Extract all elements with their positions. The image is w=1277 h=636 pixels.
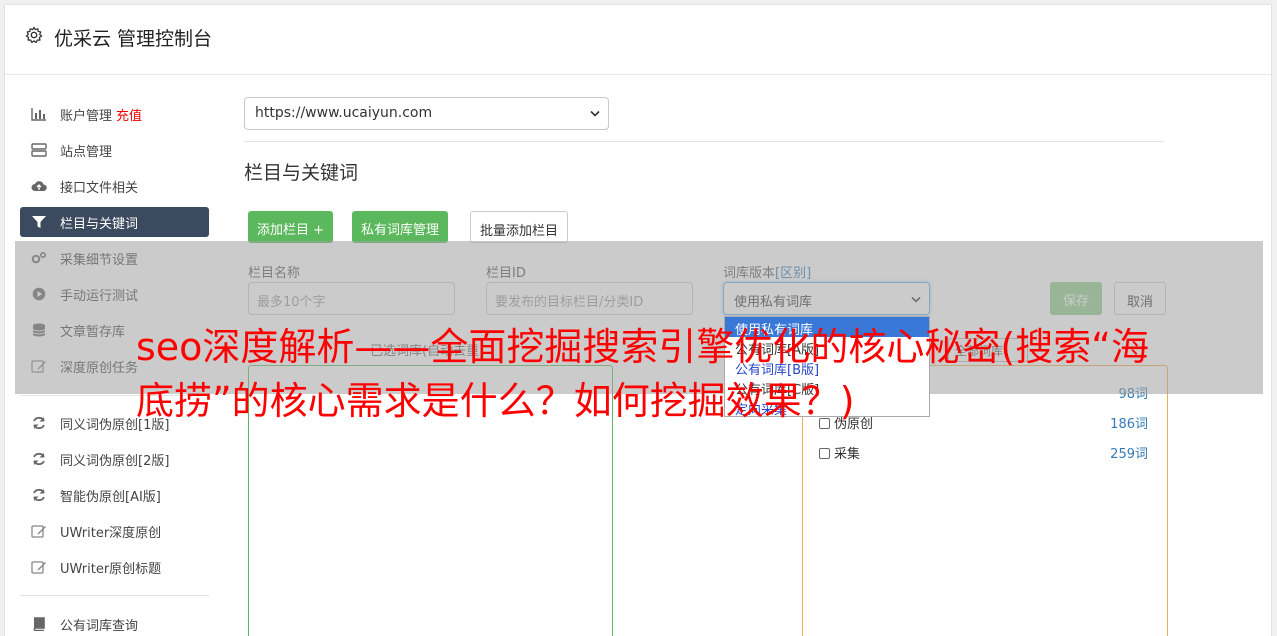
- app-title: 优采云 管理控制台: [54, 28, 213, 50]
- edit-icon: [31, 561, 46, 574]
- overlay-headline: seo深度解析——全面挖掘搜索引擎优化的核心秘密(搜索“海底捞”的核心需求是什么…: [136, 325, 1149, 423]
- play-circle-icon: [32, 287, 46, 301]
- sidebar-item-uwriter-title[interactable]: UWriter原创标题: [20, 552, 209, 582]
- version-select[interactable]: 使用私有词库: [723, 282, 930, 315]
- cancel-button[interactable]: 取消: [1114, 282, 1167, 315]
- chevron-down-icon: [911, 296, 921, 303]
- sidebar-item-label: 文章暂存库: [60, 325, 126, 340]
- sidebar-item-uwriter-deep[interactable]: UWriter深度原创: [20, 516, 209, 546]
- sidebar-item-label: 同义词伪原创[2版]: [60, 454, 170, 469]
- column-id-input[interactable]: 要发布的目标栏目/分类ID: [486, 282, 693, 315]
- filter-icon: [32, 216, 46, 228]
- section-title: 栏目与关键词: [244, 162, 359, 184]
- refresh-icon: [33, 452, 45, 466]
- refresh-icon: [33, 488, 45, 502]
- sidebar-item-label: 深度原创任务: [60, 361, 139, 376]
- header: 优采云 管理控制台: [5, 5, 1271, 75]
- sidebar-item-label: UWriter原创标题: [60, 562, 162, 577]
- sidebar-item-label: 采集细节设置: [60, 253, 139, 268]
- sidebar-item-label: 公有词库查询: [60, 619, 139, 634]
- sidebar-item-label: 手动运行测试: [60, 289, 139, 304]
- column-name-label: 栏目名称: [248, 266, 301, 281]
- recharge-link[interactable]: 充值: [116, 109, 142, 124]
- checkbox[interactable]: [819, 448, 830, 459]
- version-select-value: 使用私有词库: [734, 295, 813, 310]
- lib-count[interactable]: 259词: [1110, 443, 1148, 462]
- sidebar-item-label: 站点管理: [60, 145, 113, 160]
- sidebar-item-label: 账户管理: [60, 109, 113, 124]
- gear-icon: [25, 26, 43, 44]
- sidebar-divider: [20, 595, 209, 596]
- bar-chart-icon: [31, 108, 46, 121]
- add-column-button[interactable]: 添加栏目 +: [248, 211, 334, 243]
- version-diff-link[interactable]: [区别]: [775, 266, 811, 281]
- site-select[interactable]: https://www.ucaiyun.com: [244, 97, 609, 130]
- sidebar-item-label: 栏目与关键词: [60, 217, 139, 232]
- sidebar-item-manual-run[interactable]: 手动运行测试: [20, 279, 209, 309]
- sidebar-item-collect-settings[interactable]: 采集细节设置: [20, 243, 209, 273]
- save-button[interactable]: 保存: [1050, 282, 1103, 315]
- version-label: 词库版本[区别]: [723, 266, 812, 281]
- sidebar-item-ai-rewrite[interactable]: 智能伪原创[AI版]: [20, 480, 209, 510]
- sidebar-item-account[interactable]: 账户管理 充值: [20, 99, 209, 129]
- site-select-value: https://www.ucaiyun.com: [255, 105, 433, 121]
- cloud-upload-icon: [31, 181, 47, 191]
- column-name-input[interactable]: 最多10个字: [248, 282, 455, 315]
- sidebar-item-columns-keywords[interactable]: 栏目与关键词: [20, 207, 209, 237]
- lib-row[interactable]: 采集: [819, 443, 860, 462]
- private-lib-button[interactable]: 私有词库管理: [352, 211, 449, 243]
- sidebar-item-synonym-v2[interactable]: 同义词伪原创[2版]: [20, 444, 209, 474]
- gears-icon: [31, 251, 47, 264]
- sidebar-item-label: 接口文件相关: [60, 181, 139, 196]
- column-id-label: 栏目ID: [486, 266, 526, 281]
- sidebar-item-label: 智能伪原创[AI版]: [60, 490, 161, 505]
- sidebar-item-sites[interactable]: 站点管理: [20, 135, 209, 165]
- divider: [244, 141, 1164, 142]
- server-icon: [31, 143, 47, 157]
- book-icon: [33, 617, 45, 631]
- sidebar-item-api-files[interactable]: 接口文件相关: [20, 171, 209, 201]
- refresh-icon: [33, 416, 45, 430]
- sidebar-item-label: UWriter深度原创: [60, 526, 162, 541]
- batch-add-button[interactable]: 批量添加栏目: [470, 211, 569, 243]
- edit-icon: [31, 360, 46, 373]
- sidebar-item-public-lib[interactable]: 公有词库查询: [20, 609, 209, 636]
- database-icon: [32, 323, 46, 337]
- edit-icon: [31, 525, 46, 538]
- chevron-down-icon: [590, 110, 600, 117]
